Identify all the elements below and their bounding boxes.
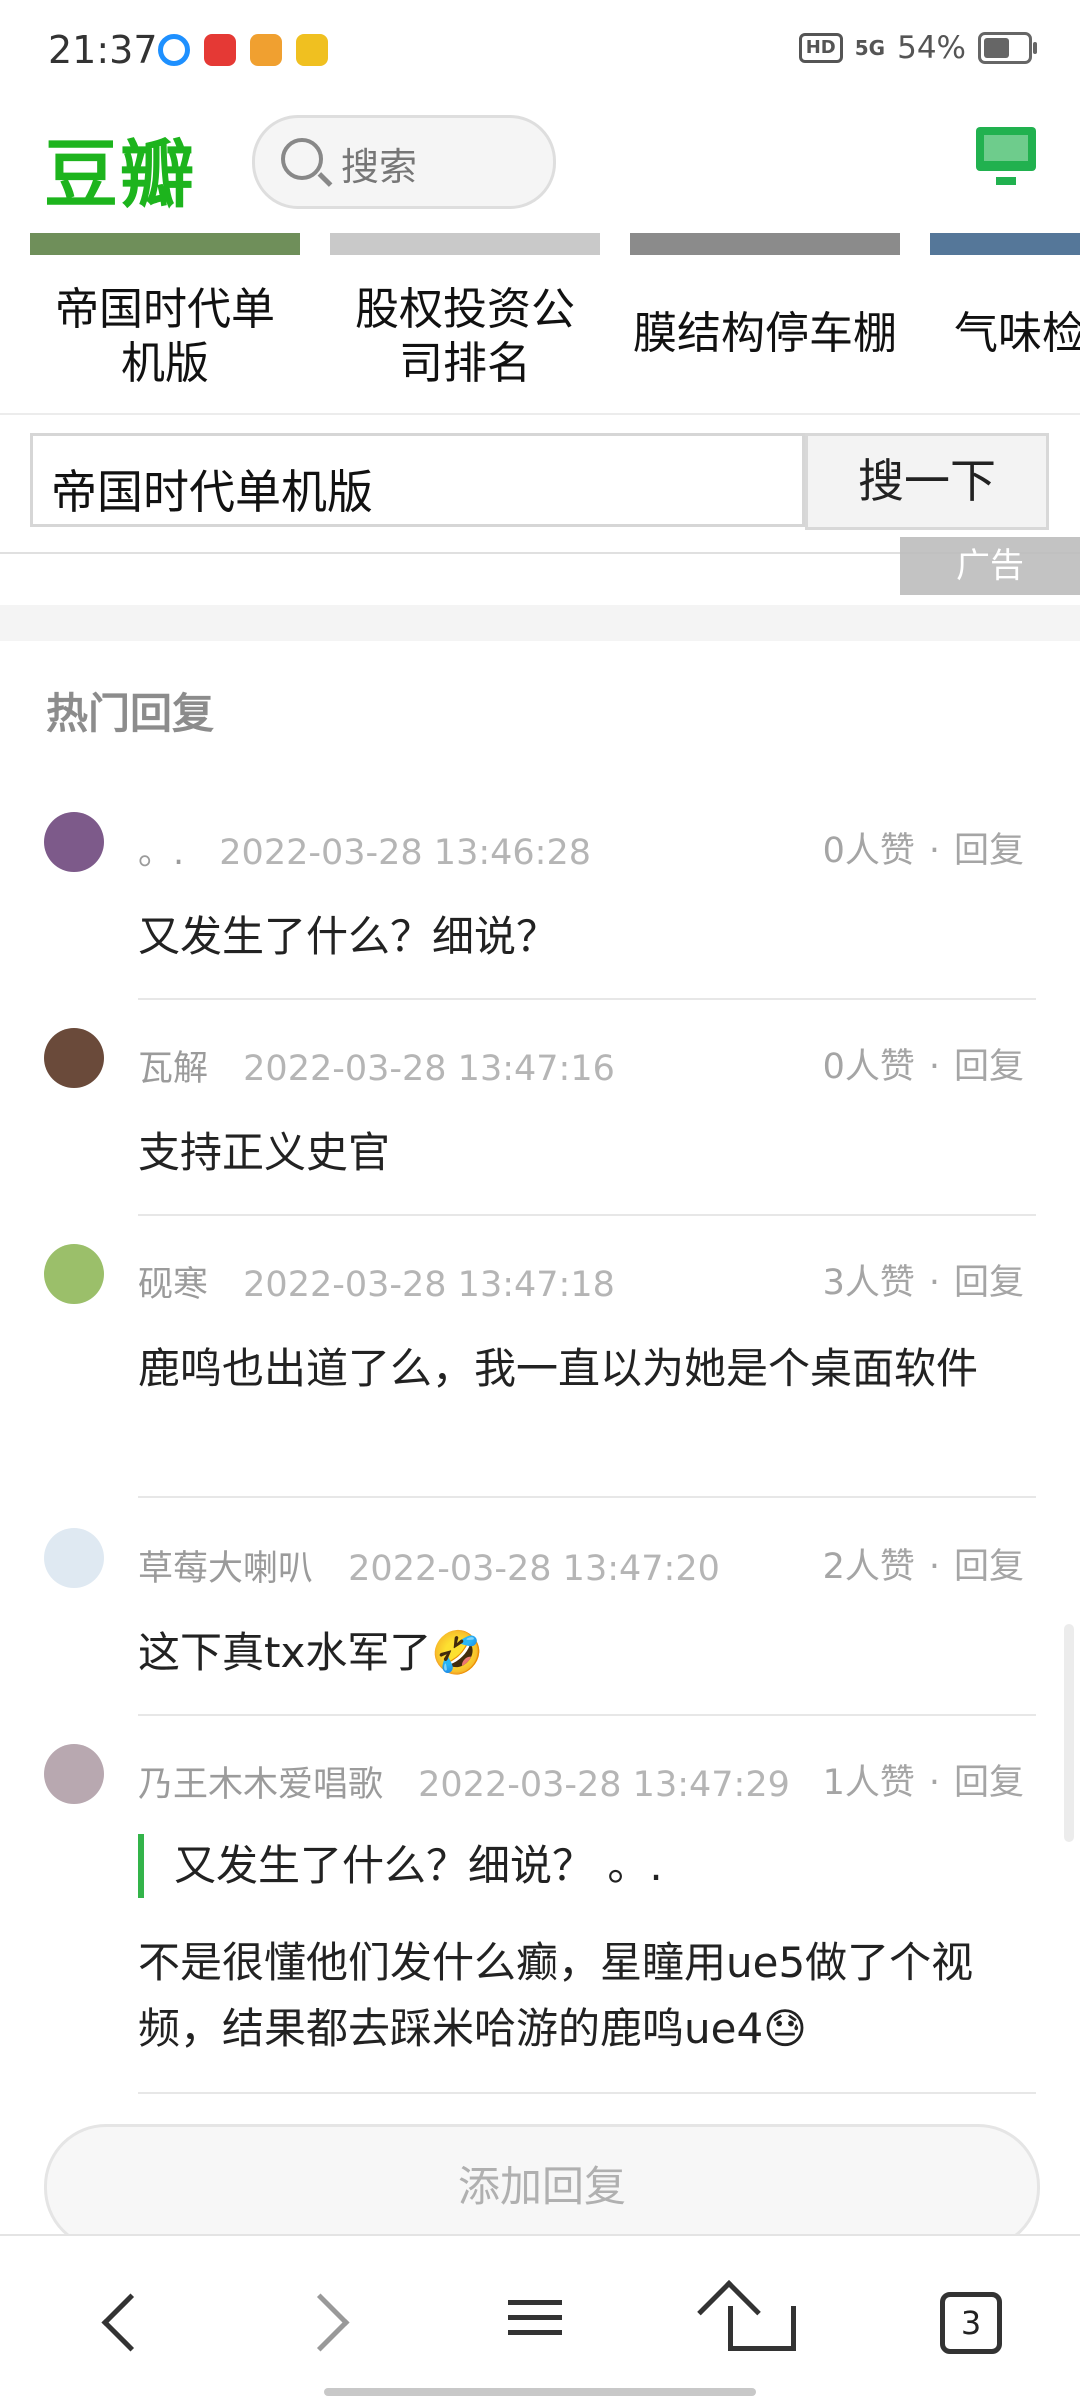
store-app-icon xyxy=(296,34,328,66)
search-placeholder: 搜索 xyxy=(341,145,418,189)
comment-text: 这下真tx水军了🤣 xyxy=(138,1628,484,1677)
search-input[interactable]: 搜索 xyxy=(252,115,556,209)
suggestion-thumbnail xyxy=(930,233,1080,255)
comment-divider xyxy=(138,1496,1036,1498)
reply-link[interactable]: 回复 xyxy=(954,1763,1024,1803)
gesture-bar[interactable] xyxy=(324,2388,756,2396)
browser-nav-bar: 3 xyxy=(0,2234,1080,2402)
comment-author[interactable]: 草莓大喇叭 xyxy=(138,1549,313,1589)
scrollbar[interactable] xyxy=(1064,1624,1074,1842)
comment-divider xyxy=(138,998,1036,1000)
quoted-comment: 又发生了什么？细说？ 。. xyxy=(138,1834,1072,1898)
suggestion-label: 气味检 xyxy=(954,308,1080,359)
add-reply-button[interactable]: 添加回复 xyxy=(44,2124,1040,2250)
suggestion-label: 帝国时代单机版 xyxy=(55,284,275,389)
battery-percent: 54% xyxy=(897,30,966,66)
avatar[interactable] xyxy=(44,1244,104,1304)
menu-icon xyxy=(508,2300,562,2305)
divider xyxy=(0,413,1080,415)
like-count[interactable]: 2人赞 xyxy=(823,1547,915,1587)
comment-text: 不是很懂他们发什么癫，星瞳用ue5做了个视频，结果都去踩米哈游的鹿鸣ue4😓 xyxy=(138,1938,974,2053)
comment-time: 2022-03-28 13:47:18 xyxy=(243,1265,615,1305)
ad-search-input[interactable]: 帝国时代单机版 xyxy=(30,433,805,527)
avatar[interactable] xyxy=(44,1744,104,1804)
like-count[interactable]: 0人赞 xyxy=(823,831,915,871)
menu-icon-line xyxy=(508,2330,562,2335)
section-gap xyxy=(0,605,1080,641)
ad-search-query: 帝国时代单机版 xyxy=(51,465,373,519)
like-count[interactable]: 3人赞 xyxy=(823,1263,915,1303)
signal-icon: 5G xyxy=(854,36,886,60)
separator-dot: · xyxy=(928,1763,940,1803)
hot-replies-title: 热门回复 xyxy=(46,689,215,738)
douban-logo[interactable]: 豆瓣 xyxy=(44,115,196,222)
reply-link[interactable]: 回复 xyxy=(954,831,1024,871)
ad-search-button[interactable]: 搜一下 xyxy=(805,433,1049,530)
suggestion-thumbnail xyxy=(330,233,600,255)
app-header: 豆瓣 搜索 xyxy=(0,105,1080,233)
forward-button[interactable] xyxy=(290,2286,360,2356)
like-count[interactable]: 1人赞 xyxy=(823,1763,915,1803)
separator-dot: · xyxy=(928,1263,940,1303)
suggestion-thumbnail xyxy=(30,233,300,255)
reply-link[interactable]: 回复 xyxy=(954,1047,1024,1087)
suggestion-item[interactable]: 股权投资公司排名 xyxy=(330,233,600,391)
suggestion-label: 股权投资公司排名 xyxy=(355,284,575,389)
menu-button[interactable] xyxy=(500,2290,570,2360)
suggestion-item[interactable]: 帝国时代单机版 xyxy=(30,233,300,391)
tabs-count-icon: 3 xyxy=(940,2292,1002,2354)
comment-text: 支持正义史官 xyxy=(138,1128,391,1177)
status-time: 21:37 xyxy=(48,28,158,72)
back-button[interactable] xyxy=(88,2286,160,2356)
comment-text: 鹿鸣也出道了么，我一直以为她是个桌面软件 xyxy=(138,1344,979,1393)
notification-icons xyxy=(158,34,328,66)
app-notification-icon xyxy=(158,34,190,66)
back-arrow-icon xyxy=(101,2293,160,2352)
separator-dot: · xyxy=(928,1047,940,1087)
home-icon xyxy=(728,2306,796,2351)
music-app-icon xyxy=(204,34,236,66)
menu-icon-line xyxy=(508,2315,562,2320)
home-button[interactable] xyxy=(722,2286,796,2356)
avatar[interactable] xyxy=(44,1528,104,1588)
comment-author[interactable]: 。. xyxy=(138,833,184,873)
desktop-version-icon[interactable] xyxy=(976,127,1036,185)
suggestion-strip: 帝国时代单机版 股权投资公司排名 膜结构停车棚 气味检 xyxy=(0,233,1080,413)
comment-divider xyxy=(138,1214,1036,1216)
avatar[interactable] xyxy=(44,812,104,872)
forward-arrow-icon xyxy=(291,2293,350,2352)
hd-icon: HD xyxy=(798,33,843,63)
comment-divider xyxy=(138,1714,1036,1716)
game-app-icon xyxy=(250,34,282,66)
reply-link[interactable]: 回复 xyxy=(954,1547,1024,1587)
status-bar: 21:37 HD 5G 54% xyxy=(0,0,1080,105)
tabs-button[interactable]: 3 xyxy=(934,2286,1004,2356)
separator-dot: · xyxy=(928,831,940,871)
comment-author[interactable]: 瓦解 xyxy=(138,1049,208,1089)
comment-time: 2022-03-28 13:46:28 xyxy=(219,833,592,873)
comment-time: 2022-03-28 13:47:16 xyxy=(243,1049,615,1089)
like-count[interactable]: 0人赞 xyxy=(823,1047,915,1087)
comment-text: 又发生了什么？细说？ xyxy=(138,912,559,961)
suggestion-thumbnail xyxy=(630,233,900,255)
separator-dot: · xyxy=(928,1547,940,1587)
reply-link[interactable]: 回复 xyxy=(954,1263,1024,1303)
ad-badge[interactable]: 广告 xyxy=(900,537,1080,595)
suggestion-item[interactable]: 膜结构停车棚 xyxy=(630,233,900,361)
comment-divider xyxy=(138,2092,1036,2094)
search-icon xyxy=(281,138,323,180)
comment-author[interactable]: 乃王木木爱唱歌 xyxy=(138,1765,383,1805)
avatar[interactable] xyxy=(44,1028,104,1088)
suggestion-label: 膜结构停车棚 xyxy=(633,308,897,359)
comment-time: 2022-03-28 13:47:20 xyxy=(348,1549,720,1589)
comment-time: 2022-03-28 13:47:29 xyxy=(418,1765,790,1805)
suggestion-item[interactable]: 气味检 xyxy=(930,233,1080,361)
battery-icon xyxy=(978,32,1037,64)
comment-author[interactable]: 砚寒 xyxy=(138,1265,208,1305)
